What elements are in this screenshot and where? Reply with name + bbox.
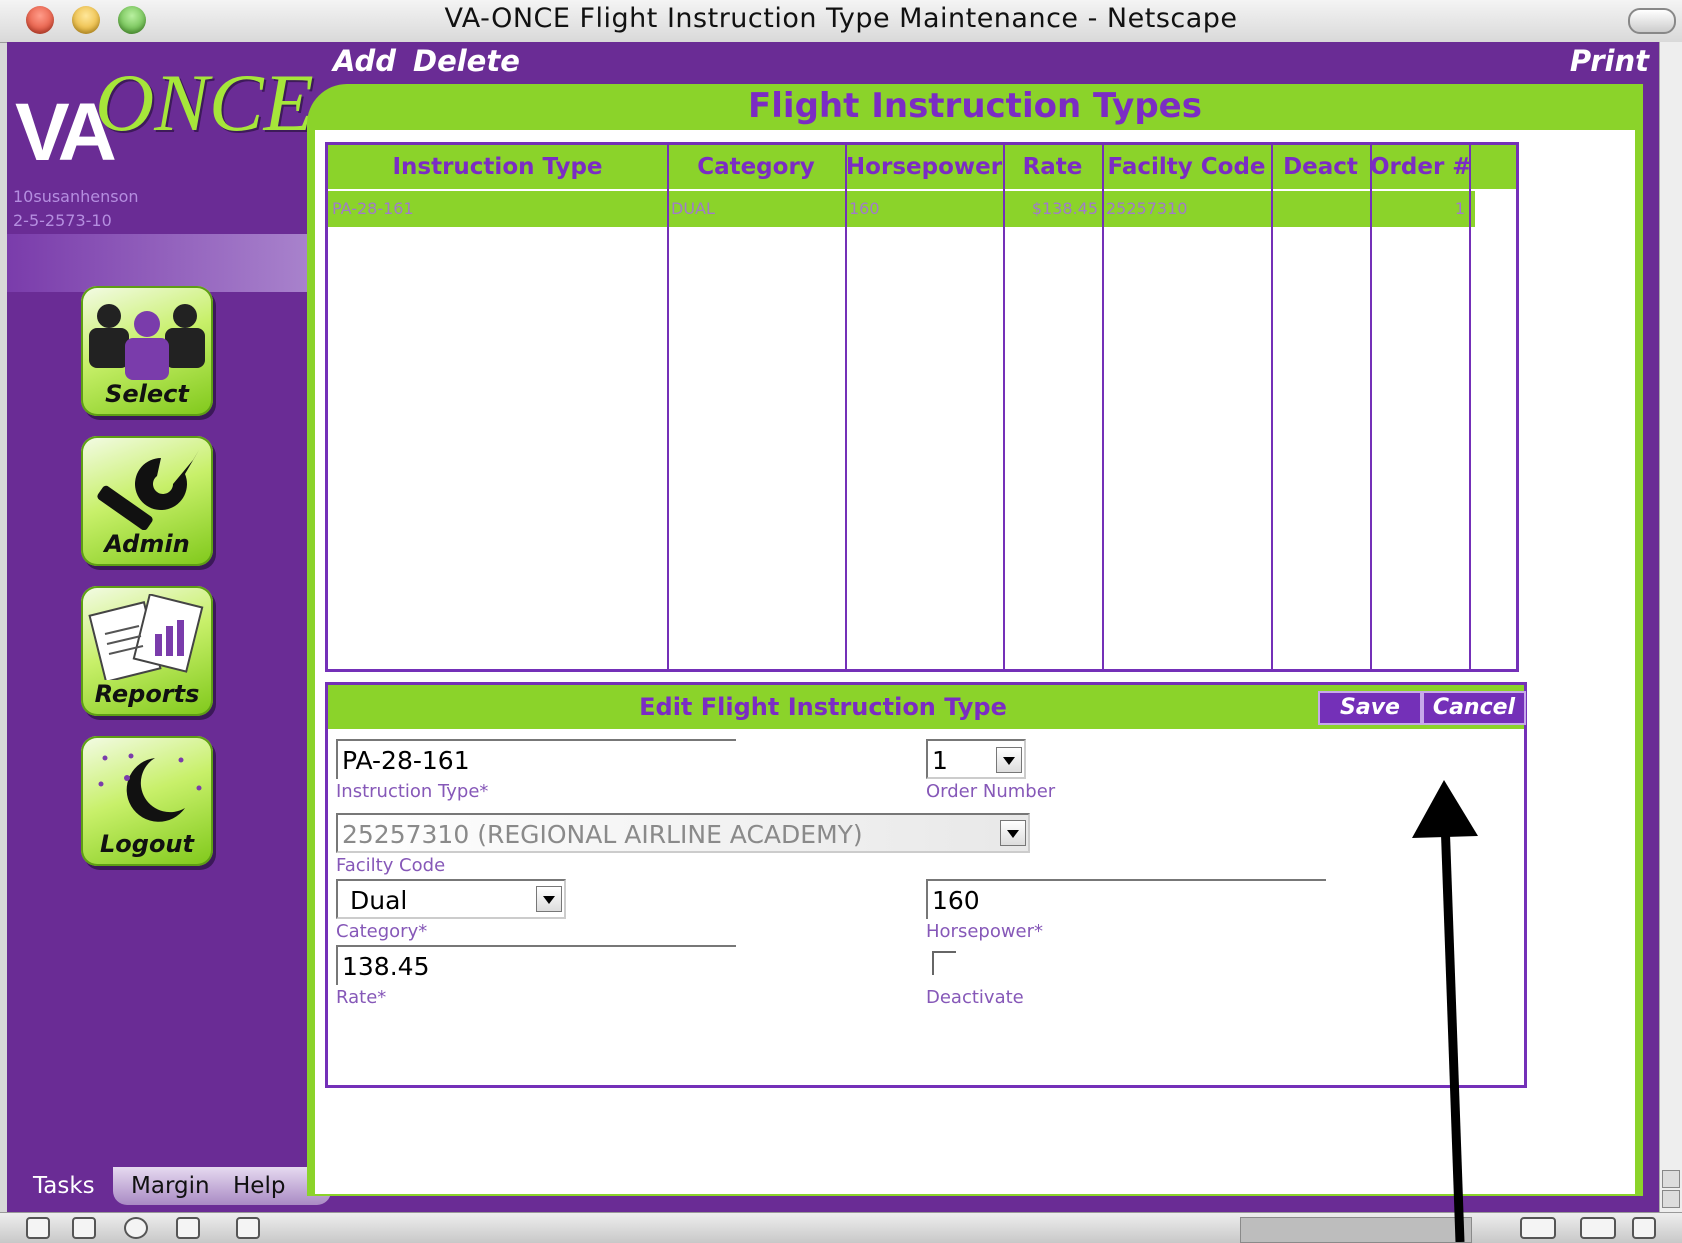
wrench-icon xyxy=(97,450,199,530)
vertical-scrollbar[interactable] xyxy=(1659,42,1682,1212)
edit-panel-title: Edit Flight Instruction Type xyxy=(639,693,1007,721)
instruction-type-input[interactable]: PA-28-161 xyxy=(336,739,736,779)
user-id: 2-5-2573-10 xyxy=(13,211,112,230)
header-rate[interactable]: Rate xyxy=(1003,145,1102,189)
logout-nav-label: Logout xyxy=(99,830,194,858)
category-dropdown-icon[interactable] xyxy=(536,886,562,912)
reports-nav-label: Reports xyxy=(94,680,200,708)
facility-code-select[interactable]: 25257310 (REGIONAL AIRLINE ACADEMY) xyxy=(336,813,1030,853)
toolbar-toggle-icon[interactable] xyxy=(1628,8,1676,34)
deactivate-label: Deactivate xyxy=(926,987,1024,1008)
admin-nav-label: Admin xyxy=(104,530,190,558)
va-once-logo: VA ONCE xyxy=(13,52,314,182)
order-number-label: Order Number xyxy=(926,781,1056,802)
edit-panel: Edit Flight Instruction Type Save Cancel… xyxy=(325,682,1527,1088)
add-button[interactable]: Add xyxy=(333,44,396,78)
save-button[interactable]: Save xyxy=(1318,691,1422,725)
top-menu-bar: Add Delete Print xyxy=(307,42,1659,84)
annotation-arrow-icon xyxy=(1412,780,1478,1242)
header-horsepower[interactable]: Horsepower xyxy=(845,145,1003,189)
cell-instruction-type: PA-28-161 xyxy=(332,199,414,218)
instant-messenger-icon[interactable] xyxy=(124,1217,148,1239)
navigator-icon[interactable] xyxy=(26,1217,50,1239)
instruction-types-table: Instruction Type Category Horsepower Rat… xyxy=(325,142,1519,672)
scroll-down-icon[interactable] xyxy=(1662,1190,1680,1208)
select-nav-button[interactable]: Select xyxy=(81,286,213,416)
print-button[interactable]: Print xyxy=(1570,44,1649,78)
cell-horsepower: 160 xyxy=(849,199,880,218)
category-select[interactable]: Dual xyxy=(336,879,566,919)
header-deact[interactable]: Deact xyxy=(1271,145,1370,189)
connection-icon xyxy=(1520,1217,1556,1239)
security-lock-icon[interactable] xyxy=(1632,1217,1656,1239)
moon-icon xyxy=(98,753,202,822)
rate-label: Rate* xyxy=(336,987,387,1008)
user-info: 10susanhenson 2-5-2573-10 xyxy=(13,185,139,233)
people-icon xyxy=(89,304,205,380)
admin-nav-button[interactable]: Admin xyxy=(81,436,213,566)
facility-code-label: Facilty Code xyxy=(336,855,446,876)
sidebar-stripe xyxy=(7,234,307,292)
reports-icon xyxy=(88,594,204,680)
cell-rate: $138.45 xyxy=(1031,199,1098,218)
mail-icon[interactable] xyxy=(72,1217,96,1239)
order-number-dropdown-icon[interactable] xyxy=(996,747,1022,773)
category-label: Category* xyxy=(336,921,428,942)
select-nav-label: Select xyxy=(105,380,189,408)
address-book-icon[interactable] xyxy=(236,1217,260,1239)
header-category[interactable]: Category xyxy=(667,145,845,189)
window-title-bar: VA-ONCE Flight Instruction Type Maintena… xyxy=(0,0,1682,43)
cell-facility-code: 25257310 xyxy=(1106,199,1188,218)
delete-button[interactable]: Delete xyxy=(413,44,520,78)
instruction-type-label: Instruction Type* xyxy=(336,781,489,802)
header-instruction-type[interactable]: Instruction Type xyxy=(328,145,667,189)
logo-once-text: ONCE xyxy=(95,57,314,148)
reports-nav-button[interactable]: Reports xyxy=(81,586,213,716)
cell-deact xyxy=(1271,191,1370,227)
cookie-icon xyxy=(1580,1217,1616,1239)
scroll-up-icon[interactable] xyxy=(1662,1170,1680,1188)
logout-nav-button[interactable]: Logout xyxy=(81,736,213,866)
cell-category: DUAL xyxy=(671,199,715,218)
cell-order-number: 1 xyxy=(1454,199,1465,218)
composer-icon[interactable] xyxy=(176,1217,200,1239)
window-title: VA-ONCE Flight Instruction Type Maintena… xyxy=(444,3,1238,34)
cancel-button[interactable]: Cancel xyxy=(1422,691,1526,725)
page-title: Flight Instruction Types xyxy=(748,86,1202,126)
rate-input[interactable]: 138.45 xyxy=(336,945,736,985)
deactivate-checkbox[interactable] xyxy=(932,951,956,975)
header-order-number[interactable]: Order # xyxy=(1370,145,1472,189)
horsepower-label: Horsepower* xyxy=(926,921,1044,942)
user-name: 10susanhenson xyxy=(13,187,139,206)
horsepower-input[interactable]: 160 xyxy=(926,879,1326,919)
facility-code-dropdown-icon[interactable] xyxy=(1000,820,1026,846)
header-facility-code[interactable]: Facilty Code xyxy=(1102,145,1271,189)
